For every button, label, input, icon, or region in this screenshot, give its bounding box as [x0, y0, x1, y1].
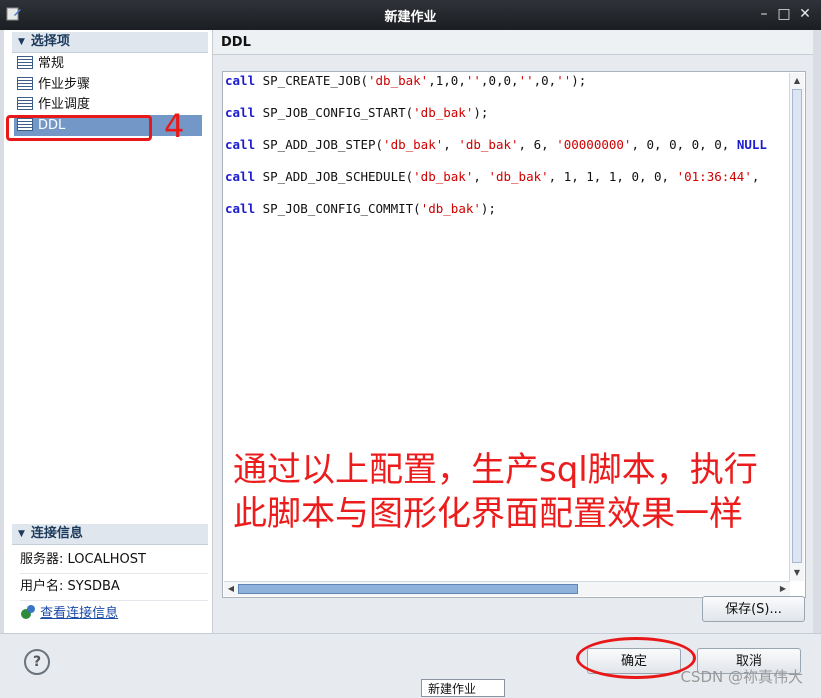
- title-bar: 新建作业 – □ ✕: [0, 0, 821, 30]
- annotation-text: 通过以上配置，生产sql脚本，执行 此脚本与图形化界面配置效果一样: [233, 450, 758, 534]
- sql-string: 'db_bak': [368, 73, 429, 88]
- maximize-icon[interactable]: □: [776, 6, 792, 22]
- sql-string: 'db_bak': [420, 201, 481, 216]
- sidebar-item-job-steps[interactable]: 作业步骤: [14, 74, 202, 95]
- sql-string: 'db_bak': [413, 105, 474, 120]
- sql-keyword: call: [225, 137, 256, 152]
- collapse-icon: ▼: [18, 37, 25, 47]
- user-row: 用户名: SYSDBA: [20, 574, 208, 601]
- sql-text: );: [571, 73, 587, 88]
- page-icon: [17, 77, 33, 90]
- sql-keyword: call: [225, 105, 256, 120]
- sql-string: 'db_bak': [488, 169, 549, 184]
- help-icon[interactable]: ?: [24, 649, 50, 675]
- sql-keyword: call: [225, 169, 256, 184]
- sql-text: SP_ADD_JOB_STEP(: [255, 137, 384, 152]
- sql-text: , 1, 1, 1, 0, 0,: [548, 169, 677, 184]
- sidebar-item-general[interactable]: 常规: [14, 53, 202, 74]
- ddl-line: call SP_JOB_CONFIG_COMMIT('db_bak');: [225, 200, 767, 232]
- sql-text: ,: [751, 169, 760, 184]
- sql-string: '': [465, 73, 481, 88]
- sql-text: SP_CREATE_JOB(: [255, 73, 368, 88]
- sql-text: SP_JOB_CONFIG_COMMIT(: [255, 201, 421, 216]
- window-title: 新建作业: [384, 10, 437, 25]
- scroll-up-icon[interactable]: ▲: [791, 75, 803, 87]
- server-row: 服务器: LOCALHOST: [20, 547, 208, 574]
- sql-text: );: [473, 105, 489, 120]
- page-icon: [17, 56, 33, 69]
- sql-text: ,: [473, 169, 489, 184]
- sql-string: '00000000': [556, 137, 632, 152]
- vertical-scroll-thumb[interactable]: [792, 89, 802, 563]
- view-connection-link[interactable]: 查看连接信息: [40, 606, 118, 621]
- scroll-right-icon[interactable]: ▶: [777, 583, 789, 595]
- sql-text: );: [480, 201, 496, 216]
- view-connection-row: 查看连接信息: [20, 601, 208, 627]
- sql-string: 'db_bak': [413, 169, 474, 184]
- horizontal-scroll-thumb[interactable]: [238, 584, 578, 594]
- scroll-left-icon[interactable]: ◀: [225, 583, 237, 595]
- sql-string: '': [556, 73, 572, 88]
- panel-title: DDL: [213, 30, 813, 55]
- horizontal-scrollbar[interactable]: ◀ ▶: [224, 581, 790, 596]
- ddl-line: call SP_ADD_JOB_SCHEDULE('db_bak', 'db_b…: [225, 168, 767, 200]
- vertical-scrollbar[interactable]: ▲ ▼: [789, 73, 804, 581]
- watermark: CSDN @祢真伟大: [680, 668, 803, 686]
- sql-text: ,0,: [533, 73, 557, 88]
- sql-string: '': [518, 73, 534, 88]
- ddl-editor[interactable]: call SP_CREATE_JOB('db_bak',1,0,'',0,0,'…: [222, 71, 806, 598]
- sql-text: SP_JOB_CONFIG_START(: [255, 105, 414, 120]
- minimize-icon[interactable]: –: [756, 6, 772, 22]
- sql-text: ,: [443, 137, 459, 152]
- sql-text: ,1,0,: [428, 73, 466, 88]
- save-button[interactable]: 保存(S)...: [702, 596, 805, 622]
- highlight-box: [6, 115, 152, 141]
- close-icon[interactable]: ✕: [797, 6, 813, 22]
- highlight-oval: [576, 637, 696, 679]
- collapse-icon: ▼: [18, 529, 25, 539]
- ddl-code: call SP_CREATE_JOB('db_bak',1,0,'',0,0,'…: [225, 72, 767, 232]
- sql-text: , 6,: [518, 137, 557, 152]
- sql-text: , 0, 0, 0, 0,: [631, 137, 737, 152]
- sql-string: 'db_bak': [383, 137, 444, 152]
- ddl-line: call SP_CREATE_JOB('db_bak',1,0,'',0,0,'…: [225, 72, 767, 104]
- scroll-down-icon[interactable]: ▼: [791, 567, 803, 579]
- sql-keyword: call: [225, 201, 256, 216]
- sql-text: ,0,0,: [480, 73, 519, 88]
- taskbar-tooltip: 新建作业: [421, 679, 505, 697]
- sql-keyword: call: [225, 73, 256, 88]
- sql-text: SP_ADD_JOB_SCHEDULE(: [255, 169, 414, 184]
- sql-string: '01:36:44': [676, 169, 752, 184]
- page-icon: [17, 97, 33, 110]
- sql-string: 'db_bak': [458, 137, 519, 152]
- sql-keyword: NULL: [736, 137, 767, 152]
- step-number: 4: [164, 107, 185, 145]
- select-section-header[interactable]: ▼ 选择项: [12, 32, 208, 53]
- ddl-panel: DDL call SP_CREATE_JOB('db_bak',1,0,'',0…: [213, 30, 813, 633]
- connection-section-header[interactable]: ▼ 连接信息: [12, 524, 208, 545]
- ddl-line: call SP_ADD_JOB_STEP('db_bak', 'db_bak',…: [225, 136, 767, 168]
- connection-icon: [21, 605, 35, 619]
- ddl-line: call SP_JOB_CONFIG_START('db_bak');: [225, 104, 767, 136]
